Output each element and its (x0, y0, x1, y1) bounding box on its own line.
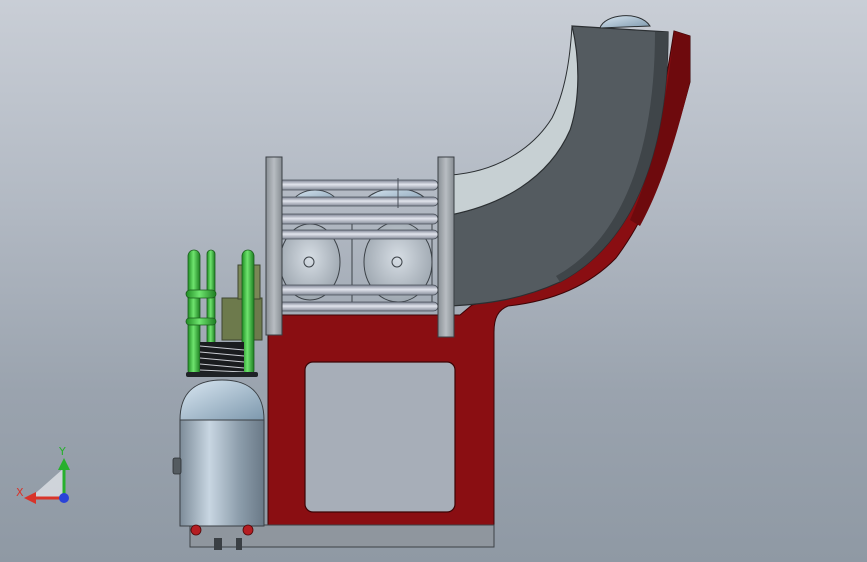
foot-post (214, 538, 222, 550)
z-axis-dot (59, 493, 69, 503)
cage-rod (277, 179, 439, 191)
tank-port[interactable] (172, 457, 182, 475)
cage-rod (277, 229, 439, 240)
curved-housing-outer[interactable] (449, 25, 669, 307)
tube-assembly[interactable] (185, 249, 263, 377)
green-tube[interactable] (185, 317, 217, 326)
tank-dome (179, 379, 265, 421)
curved-housing[interactable] (449, 15, 669, 307)
roller-cage[interactable] (265, 156, 455, 338)
retaining-ring (186, 372, 258, 377)
foot-post (236, 538, 242, 550)
tank[interactable] (172, 379, 265, 536)
machine-model[interactable]: Y X (0, 0, 867, 562)
cage-rod (277, 196, 439, 207)
y-axis-arrowhead (58, 458, 70, 470)
red-bolt (190, 524, 202, 536)
top-cap (599, 15, 651, 29)
cage-rod (277, 301, 439, 312)
cad-viewport[interactable]: Y X (0, 0, 867, 562)
cage-rod (277, 284, 439, 296)
y-axis-label: Y (58, 445, 66, 458)
base-window (304, 361, 456, 513)
red-bolt (242, 524, 254, 536)
base-plate[interactable] (189, 524, 495, 548)
tank-body[interactable] (179, 419, 265, 527)
coordinate-triad[interactable]: Y X (16, 445, 70, 504)
green-tube[interactable] (187, 249, 201, 377)
x-axis-label: X (16, 486, 24, 499)
cage-side-plate-right[interactable] (437, 156, 455, 338)
cage-side-plate-left[interactable] (265, 156, 283, 336)
cage-rod (277, 213, 439, 225)
green-tube[interactable] (185, 289, 217, 299)
x-axis-arrowhead (24, 492, 36, 504)
